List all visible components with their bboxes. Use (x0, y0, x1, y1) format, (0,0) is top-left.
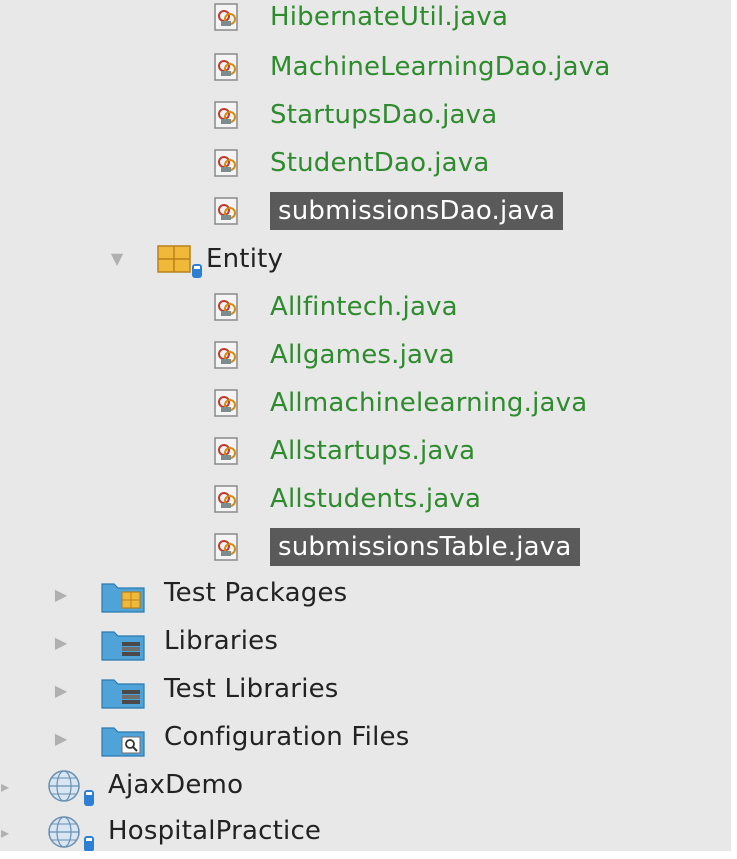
tree-row-file[interactable]: Allstartups.java (0, 428, 720, 474)
tree-row-file[interactable]: StudentDao.java (0, 140, 720, 186)
tree-row-file[interactable]: Allfintech.java (0, 284, 720, 330)
tree-row-file-selected[interactable]: submissionsDao.java (0, 188, 720, 234)
tree-row-file[interactable]: Allmachinelearning.java (0, 380, 720, 426)
file-label: Allstartups.java (270, 436, 476, 466)
tree-row-file[interactable]: StartupsDao.java (0, 92, 720, 138)
tree-row-folder[interactable]: ▶ Test Libraries (0, 668, 720, 714)
tree-row-folder[interactable]: ▶ Test Packages (0, 572, 720, 618)
web-project-globe-icon (48, 816, 94, 852)
tree-row-file[interactable]: HibernateUtil.java (0, 0, 720, 42)
file-label: Allgames.java (270, 340, 455, 370)
configuration-folder-icon (101, 727, 145, 757)
collapsed-arrow-icon[interactable]: ▶ (52, 586, 70, 604)
tree-row-project[interactable]: ▸ AjaxDemo (0, 764, 720, 810)
folder-label: Configuration Files (164, 722, 410, 752)
package-icon (157, 245, 202, 278)
file-label: submissionsTable.java (270, 528, 580, 566)
package-label: Entity (206, 244, 284, 274)
file-label: submissionsDao.java (270, 192, 564, 230)
web-project-globe-icon (48, 770, 94, 806)
java-file-icon (214, 53, 238, 81)
folder-label: Libraries (164, 626, 279, 656)
folder-label: Test Packages (164, 578, 348, 608)
file-label: Allmachinelearning.java (270, 388, 588, 418)
tree-row-file[interactable]: MachineLearningDao.java (0, 44, 720, 90)
collapsed-arrow-icon[interactable]: ▸ (0, 824, 10, 842)
tree-row-package[interactable]: ▼ Entity (0, 236, 720, 282)
folder-label: Test Libraries (164, 674, 339, 704)
collapsed-arrow-icon[interactable]: ▶ (52, 634, 70, 652)
java-file-icon (214, 341, 238, 369)
file-label: StudentDao.java (270, 148, 490, 178)
java-file-icon (214, 533, 238, 561)
expanded-arrow-icon[interactable]: ▼ (108, 250, 126, 268)
file-label: Allfintech.java (270, 292, 458, 322)
tree-row-folder[interactable]: ▶ Configuration Files (0, 716, 720, 762)
project-tree-panel: HibernateUtil.java MachineLearningDao.ja… (0, 0, 737, 859)
java-file-icon (214, 101, 238, 129)
test-packages-folder-icon (101, 583, 145, 613)
java-file-icon (214, 149, 238, 177)
libraries-folder-icon (101, 631, 145, 661)
tree-row-folder[interactable]: ▶ Libraries (0, 620, 720, 666)
file-label: HibernateUtil.java (270, 2, 509, 32)
collapsed-arrow-icon[interactable]: ▶ (52, 730, 70, 748)
tree-row-project[interactable]: ▸ HospitalPractice (0, 810, 720, 856)
tree-row-file[interactable]: Allstudents.java (0, 476, 720, 522)
java-file-icon (214, 293, 238, 321)
collapsed-arrow-icon[interactable]: ▶ (52, 682, 70, 700)
project-label: HospitalPractice (108, 816, 322, 846)
tree-row-file-selected[interactable]: submissionsTable.java (0, 524, 720, 570)
java-file-icon (214, 3, 238, 31)
panel-bottom-edge (0, 851, 731, 859)
project-label: AjaxDemo (108, 770, 244, 800)
collapsed-arrow-icon[interactable]: ▸ (0, 778, 10, 796)
java-file-icon (214, 437, 238, 465)
file-label: StartupsDao.java (270, 100, 498, 130)
test-libraries-folder-icon (101, 679, 145, 709)
java-file-icon (214, 197, 238, 225)
java-file-icon (214, 485, 238, 513)
tree-row-file[interactable]: Allgames.java (0, 332, 720, 378)
file-label: Allstudents.java (270, 484, 482, 514)
file-label: MachineLearningDao.java (270, 52, 611, 82)
java-file-icon (214, 389, 238, 417)
